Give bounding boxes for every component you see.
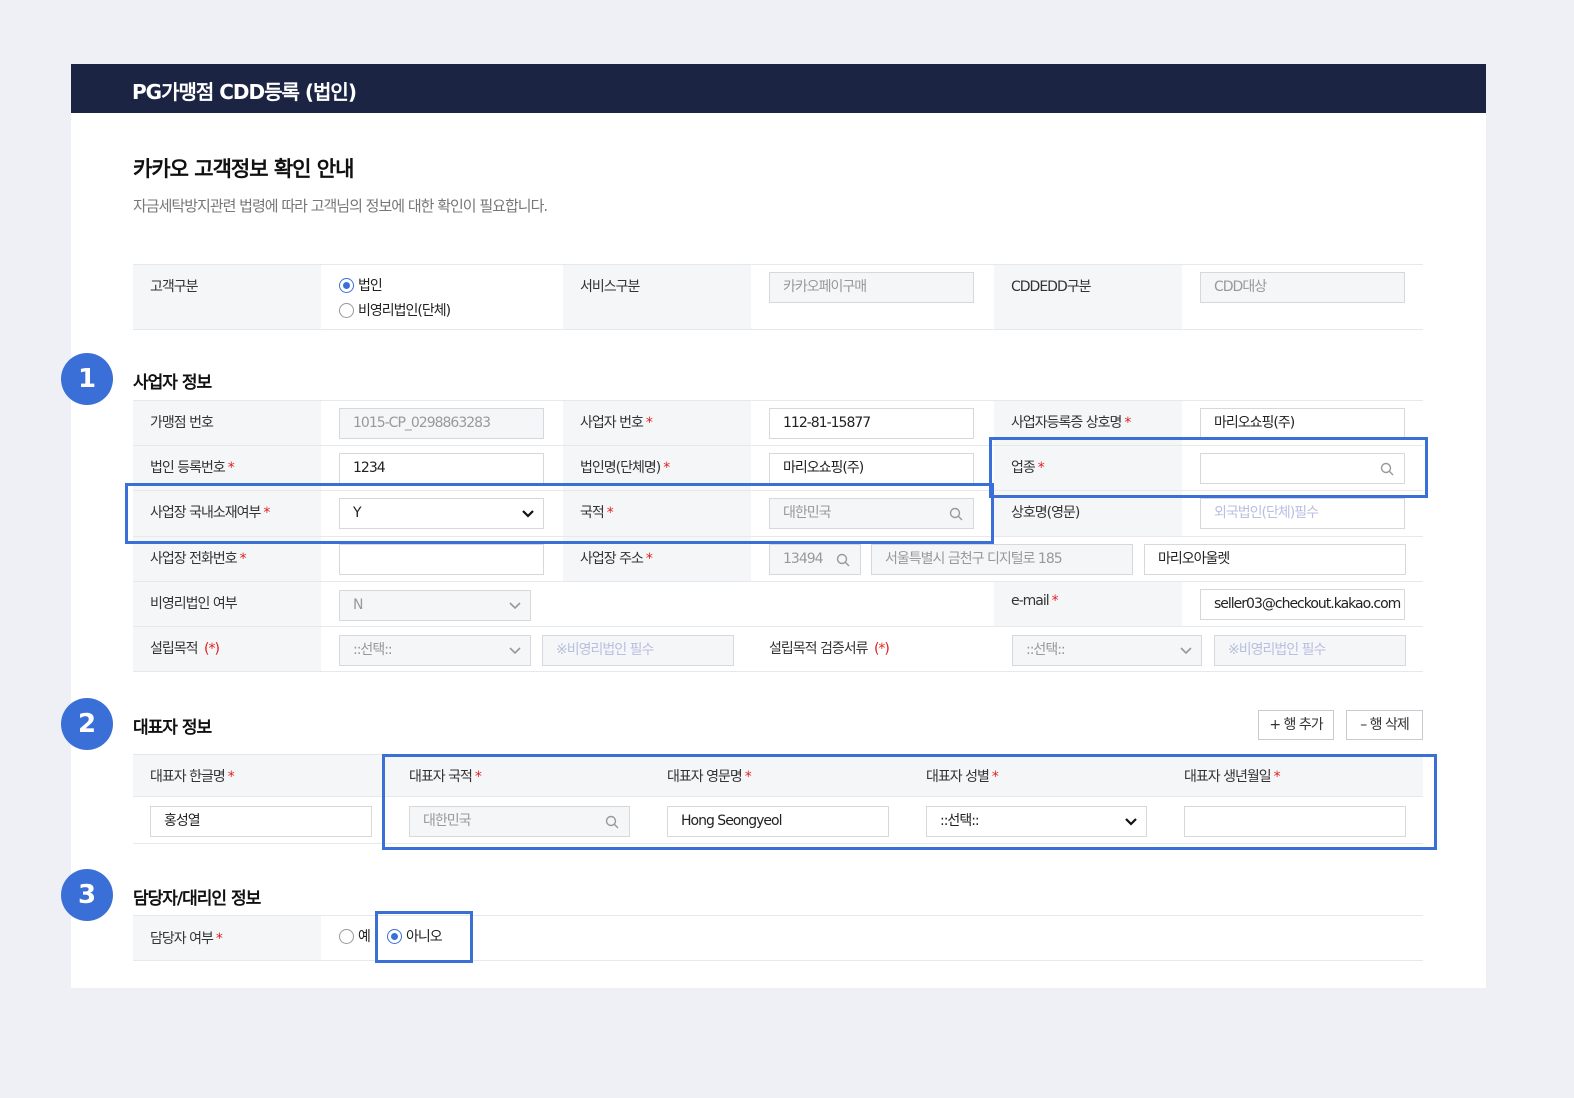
nationality-label: 국적 * <box>580 505 614 521</box>
rep-gender-select[interactable]: ::선택:: <box>926 806 1147 837</box>
rep-eng-name-header: 대표자 영문명 * <box>667 769 752 785</box>
section-title-representative: 대표자 정보 <box>133 718 212 738</box>
biz-name-field[interactable]: 마리오쇼핑(주) <box>1200 408 1405 439</box>
add-row-button[interactable]: + 행 추가 <box>1258 710 1334 740</box>
zip-field[interactable]: 13494 <box>769 544 861 575</box>
representative-table: 대표자 한글명 * 대표자 국적 * 대표자 영문명 * 대표자 성별 * 대표자 생년… <box>133 754 1423 844</box>
chevron-down-icon <box>1180 647 1192 655</box>
manager-label: 담당자 여부 * <box>150 931 223 947</box>
section-badge-1: 1 <box>61 353 113 405</box>
service-type-field: 카카오페이구매 <box>769 272 974 303</box>
biz-name-label: 사업자등록증 상호명 * <box>1011 415 1131 431</box>
search-icon[interactable] <box>1380 462 1394 476</box>
eng-name-label: 상호명(영문) <box>1011 505 1080 521</box>
nationality-field[interactable]: 대한민국 <box>769 498 974 529</box>
business-row-4: 사업장 전화번호 * 사업장 주소 * 13494 서울특별시 금천구 디지털로 1… <box>133 537 1423 582</box>
purpose-doc-label: 설립목적 검증서류 (*) <box>769 641 890 657</box>
customer-type-row: 고객구분 법인 비영리법인(단체) 서비스구분 카카오페이구매 CDDEDD구분… <box>133 264 1423 330</box>
page-header: PG가맹점 CDD등록 (법인) <box>71 64 1486 113</box>
search-icon[interactable] <box>836 553 850 567</box>
biz-no-field[interactable]: 112-81-15877 <box>769 408 974 439</box>
address1-field: 서울특별시 금천구 디지털로 185 <box>871 544 1133 575</box>
domestic-label: 사업장 국내소재여부 * <box>150 505 270 521</box>
business-row-5: 비영리법인 여부 N e-mail * seller03@checkout.kak… <box>133 582 1423 627</box>
purpose-text-field: ※비영리법인 필수 <box>542 635 734 666</box>
rep-eng-name-field[interactable]: Hong Seongyeol <box>667 806 889 837</box>
purpose-select: ::선택:: <box>339 635 531 666</box>
section-badge-3: 3 <box>61 869 113 921</box>
radio-corporation[interactable] <box>339 278 354 293</box>
rep-birth-header: 대표자 생년월일 * <box>1184 769 1281 785</box>
business-row-3: 사업장 국내소재여부 * Y 국적 * 대한민국 상호명(영문) 외국법인(단체)필… <box>133 491 1423 537</box>
notice-title: 카카오 고객정보 확인 안내 <box>133 157 354 181</box>
chevron-down-icon <box>509 602 521 610</box>
rep-gender-header: 대표자 성별 * <box>926 769 999 785</box>
rep-nationality-header: 대표자 국적 * <box>409 769 482 785</box>
nonprofit-label: 비영리법인 여부 <box>150 596 238 612</box>
page-title: PG가맹점 CDD등록 (법인) <box>132 80 357 104</box>
email-label: e-mail * <box>1011 593 1059 609</box>
nonprofit-select: N <box>339 590 531 621</box>
corp-reg-field[interactable]: 1234 <box>339 453 544 484</box>
rep-kor-name-header: 대표자 한글명 * <box>150 769 235 785</box>
merchant-no-field: 1015-CP_0298863283 <box>339 408 544 439</box>
radio-manager-no[interactable] <box>387 929 402 944</box>
purpose-label: 설립목적 (*) <box>150 641 220 657</box>
delete-row-button[interactable]: – 행 삭제 <box>1346 710 1423 740</box>
email-field[interactable]: seller03@checkout.kakao.com <box>1200 589 1405 620</box>
cdd-type-field: CDD대상 <box>1200 272 1405 303</box>
customer-type-label: 고객구분 <box>150 279 199 295</box>
merchant-no-label: 가맹점 번호 <box>150 415 214 431</box>
address2-field[interactable]: 마리오아울렛 <box>1144 544 1406 575</box>
cdd-type-label: CDDEDD구분 <box>1011 279 1092 295</box>
address-label: 사업장 주소 * <box>580 551 653 567</box>
phone-label: 사업장 전화번호 * <box>150 551 247 567</box>
radio-manager-yes[interactable] <box>339 929 354 944</box>
domestic-select-value: Y <box>353 505 362 521</box>
industry-field[interactable] <box>1200 453 1405 484</box>
radio-manager-yes-label: 예 <box>358 929 371 945</box>
notice-description: 자금세탁방지관련 법령에 따라 고객님의 정보에 대한 확인이 필요합니다. <box>133 197 548 215</box>
purpose-doc-select: ::선택:: <box>1012 635 1202 666</box>
corp-name-label: 법인명(단체명) * <box>580 460 670 476</box>
corp-name-field[interactable]: 마리오쇼핑(주) <box>769 453 974 484</box>
radio-manager-no-label: 아니오 <box>406 929 443 945</box>
manager-row: 담당자 여부 * 예 아니오 <box>133 915 1423 961</box>
corp-reg-label: 법인 등록번호 * <box>150 460 235 476</box>
chevron-down-icon <box>522 510 534 518</box>
section-title-manager: 담당자/대리인 정보 <box>133 889 261 909</box>
service-type-label: 서비스구분 <box>580 279 640 295</box>
biz-no-label: 사업자 번호 * <box>580 415 653 431</box>
rep-nationality-field[interactable]: 대한민국 <box>409 806 630 837</box>
search-icon[interactable] <box>949 507 963 521</box>
phone-field[interactable] <box>339 544 544 575</box>
business-row-1: 가맹점 번호 1015-CP_0298863283 사업자 번호 * 112-81… <box>133 400 1423 446</box>
chevron-down-icon <box>1125 818 1137 826</box>
radio-nonprofit[interactable] <box>339 303 354 318</box>
rep-kor-name-field[interactable]: 홍성열 <box>150 806 372 837</box>
chevron-down-icon <box>509 647 521 655</box>
business-row-2: 법인 등록번호 * 1234 법인명(단체명) * 마리오쇼핑(주) 업종 * <box>133 446 1423 491</box>
radio-nonprofit-label: 비영리법인(단체) <box>358 303 451 319</box>
purpose-doc-text-field: ※비영리법인 필수 <box>1214 635 1406 666</box>
domestic-select[interactable]: Y <box>339 498 544 529</box>
business-row-6: 설립목적 (*) ::선택:: ※비영리법인 필수 설립목적 검증서류 (*) … <box>133 627 1423 672</box>
section-title-business: 사업자 정보 <box>133 373 212 393</box>
search-icon[interactable] <box>605 815 619 829</box>
industry-label: 업종 * <box>1011 460 1045 476</box>
eng-name-field[interactable]: 외국법인(단체)필수 <box>1200 498 1405 529</box>
section-badge-2: 2 <box>61 698 113 750</box>
radio-corporation-label: 법인 <box>358 278 383 294</box>
rep-birth-field[interactable] <box>1184 806 1406 837</box>
